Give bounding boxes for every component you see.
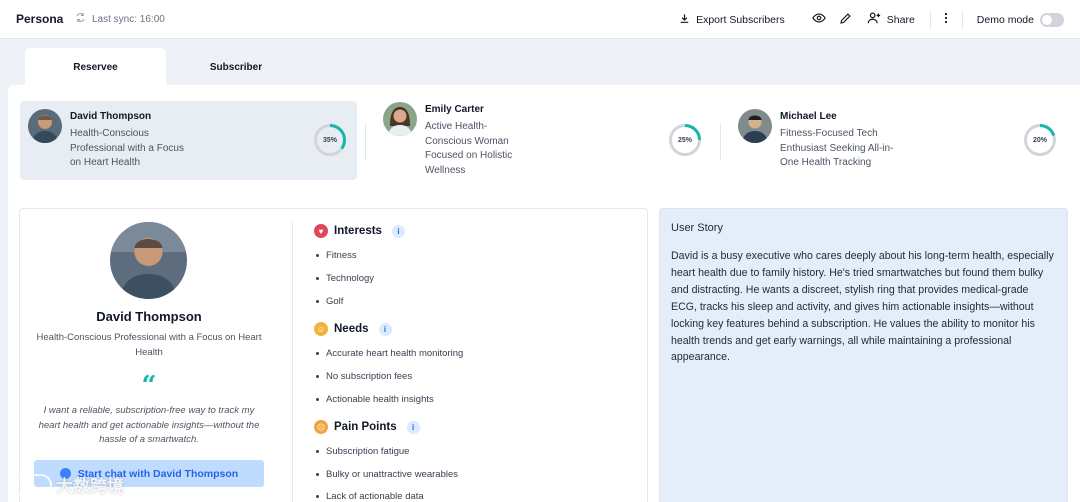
info-icon[interactable]: i <box>391 224 405 238</box>
profile-name: David Thompson <box>96 309 202 324</box>
add-user-icon <box>867 11 881 28</box>
persona-description: Health-Conscious Professional with a Foc… <box>70 128 184 169</box>
divider <box>961 9 963 30</box>
tab-subscriber[interactable]: Subscriber <box>166 48 306 86</box>
share-button[interactable]: Share <box>867 11 915 28</box>
info-icon[interactable]: i <box>378 322 392 336</box>
card-divider <box>365 124 366 160</box>
profile-subtitle: Health-Conscious Professional with a Foc… <box>36 332 262 358</box>
persona-name: Michael Lee <box>780 111 837 122</box>
demo-mode-label: Demo mode <box>976 13 1034 26</box>
edit-icon[interactable] <box>839 12 852 28</box>
section-title: Needs <box>334 323 369 335</box>
info-icon[interactable]: i <box>406 420 420 434</box>
demo-mode-toggle[interactable] <box>1040 12 1064 27</box>
heart-eyes-emoji-icon: ♥ <box>314 224 328 238</box>
eye-icon[interactable] <box>811 11 826 28</box>
sync-label: Last sync: 16:00 <box>92 13 165 25</box>
share-label: Share <box>886 13 915 26</box>
export-subscribers-button[interactable]: Export Subscribers <box>679 13 785 27</box>
grimacing-emoji-icon: ☹ <box>314 420 328 434</box>
persona-description: Active Health-Conscious Woman Focused on… <box>425 121 513 176</box>
avatar <box>383 102 417 136</box>
more-vertical-icon[interactable] <box>944 12 948 27</box>
list-item: Actionable health insights <box>316 394 434 405</box>
match-ring: 20% <box>1023 123 1057 157</box>
list-item: Accurate heart health monitoring <box>316 348 463 359</box>
avatar <box>28 109 62 143</box>
match-percent: 25% <box>677 136 692 144</box>
quote-icon: “ <box>141 371 157 401</box>
top-bar: Persona Last sync: 16:00 Export Subscrib… <box>0 0 1080 39</box>
match-ring: 25% <box>668 123 702 157</box>
toggle-knob <box>1042 14 1052 25</box>
user-story-text: David is a busy executive who cares deep… <box>671 250 1054 364</box>
section-title: Pain Points <box>334 421 397 433</box>
profile-avatar <box>110 222 187 299</box>
column-divider <box>292 222 293 502</box>
watermark: 大数跨境 <box>8 472 124 497</box>
user-story-title: User Story <box>671 222 723 234</box>
download-icon <box>679 13 690 27</box>
persona-name: Emily Carter <box>425 104 484 115</box>
section-pain-points: ☹ Pain Points i <box>314 420 420 434</box>
list-item: Technology <box>316 273 374 284</box>
section-title: Interests <box>334 225 382 237</box>
sync-status: Last sync: 16:00 <box>75 12 165 26</box>
persona-description: Fitness-Focused Tech Enthusiast Seeking … <box>780 128 894 169</box>
divider <box>929 9 931 30</box>
list-item: Golf <box>316 296 343 307</box>
avatar <box>738 109 772 143</box>
match-ring: 35% <box>313 123 347 157</box>
match-percent: 20% <box>1032 136 1047 144</box>
list-item: Fitness <box>316 250 357 261</box>
watermark-logo-icon <box>8 473 52 496</box>
section-interests: ♥ Interests i <box>314 224 405 238</box>
match-percent: 35% <box>322 136 337 144</box>
profile-quote: I want a reliable, subscription-free way… <box>38 405 260 445</box>
app-title: Persona <box>16 12 64 26</box>
list-item: Subscription fatigue <box>316 446 409 457</box>
list-item: Bulky or unattractive wearables <box>316 469 458 480</box>
watermark-text: 大数跨境 <box>56 477 124 496</box>
smiling-emoji-icon: ☺ <box>314 322 328 336</box>
section-needs: ☺ Needs i <box>314 322 392 336</box>
list-item: Lack of actionable data <box>316 491 424 502</box>
list-item: No subscription fees <box>316 371 412 382</box>
tab-reservee[interactable]: Reservee <box>25 48 166 86</box>
persona-name: David Thompson <box>70 111 152 122</box>
card-divider <box>720 124 721 160</box>
sync-icon[interactable] <box>75 12 86 26</box>
export-label: Export Subscribers <box>696 13 785 26</box>
